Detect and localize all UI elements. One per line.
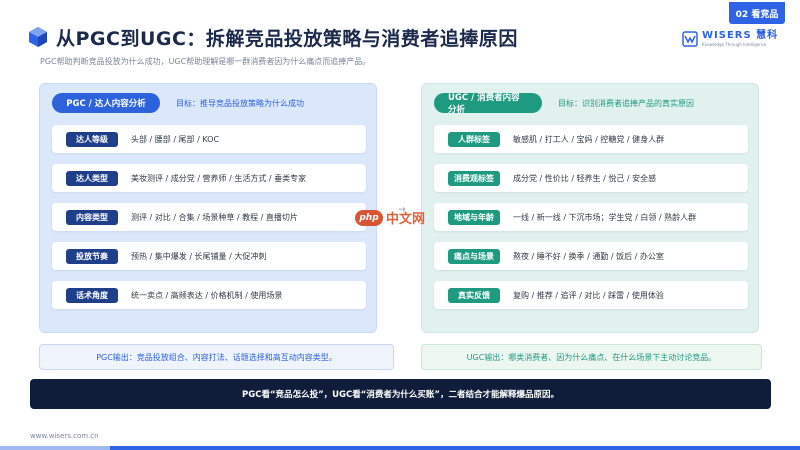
pgc-row-tag: 内容类型 bbox=[66, 209, 118, 225]
page-subtitle: PGC帮助判断竞品投放为什么成功，UGC帮助理解是哪一群消费者因为什么痛点而追捧… bbox=[40, 57, 371, 66]
wisers-logo: WISERS 慧科 Knowledge Through Intelligence bbox=[682, 28, 778, 50]
watermark-logo: php bbox=[355, 209, 383, 226]
wisers-mark-icon bbox=[682, 31, 698, 47]
pgc-row-text: 测评 / 对比 / 合集 / 场景种草 / 教程 / 直播切片 bbox=[131, 212, 298, 222]
ugc-output: UGC输出：哪类消费者、因为什么痛点、在什么场景下主动讨论竞品。 bbox=[421, 344, 762, 370]
footer-url: www.wisers.com.cn bbox=[30, 432, 99, 440]
logo-main-text: WISERS 慧科 bbox=[702, 30, 779, 41]
watermark: php 中文网 bbox=[355, 208, 425, 227]
pgc-row-tag: 达人类型 bbox=[66, 170, 118, 186]
pgc-goal: 目标：推导竞品投放策略为什么成功 bbox=[176, 98, 304, 108]
footer-bar bbox=[0, 446, 800, 450]
section-badge: 02 看竞品 bbox=[729, 2, 785, 24]
ugc-row-text: 成分党 / 性价比 / 轻养生 / 悦己 / 安全感 bbox=[513, 173, 657, 183]
ugc-row: 痛点与场景 熬夜 / 睡不好 / 换季 / 通勤 / 饭后 / 办公室 bbox=[434, 242, 748, 270]
pgc-row-tag: 达人等级 bbox=[66, 131, 118, 147]
pgc-row: 达人等级 头部 / 腰部 / 尾部 / KOC bbox=[52, 125, 366, 153]
ugc-row-text: 复购 / 推荐 / 追评 / 对比 / 踩雷 / 使用体验 bbox=[513, 290, 664, 300]
pgc-row: 达人类型 美妆测评 / 成分党 / 营养师 / 生活方式 / 垂类专家 bbox=[52, 164, 366, 192]
ugc-row-tag: 人群标签 bbox=[448, 131, 500, 147]
pgc-row: 话术角度 统一卖点 / 高频表达 / 价格机制 / 使用场景 bbox=[52, 281, 366, 309]
ugc-row-text: 熬夜 / 睡不好 / 换季 / 通勤 / 饭后 / 办公室 bbox=[513, 251, 664, 261]
pgc-row-tag: 投放节奏 bbox=[66, 248, 118, 264]
ugc-row-text: 敏感肌 / 打工人 / 宝妈 / 控糖党 / 健身人群 bbox=[513, 134, 665, 144]
ugc-row-tag: 地域与年龄 bbox=[448, 209, 500, 225]
page-title: 从PGC到UGC：拆解竞品投放策略与消费者追捧原因 bbox=[56, 27, 518, 50]
pgc-row: 投放节奏 预热 / 集中爆发 / 长尾铺量 / 大促冲刺 bbox=[52, 242, 366, 270]
watermark-text: 中文网 bbox=[386, 212, 426, 227]
ugc-row: 人群标签 敏感肌 / 打工人 / 宝妈 / 控糖党 / 健身人群 bbox=[434, 125, 748, 153]
pgc-row-text: 头部 / 腰部 / 尾部 / KOC bbox=[131, 134, 220, 144]
ugc-row-tag: 真实反馈 bbox=[448, 287, 500, 303]
ugc-row: 真实反馈 复购 / 推荐 / 追评 / 对比 / 踩雷 / 使用体验 bbox=[434, 281, 748, 309]
ugc-row-tag: 痛点与场景 bbox=[448, 248, 500, 264]
pgc-panel-title: PGC / 达人内容分析 bbox=[52, 93, 160, 113]
footer-bar-accent bbox=[0, 446, 110, 450]
ugc-panel: UGC / 消费者内容分析 目标：识别消费者追捧产品的真实原因 人群标签 敏感肌… bbox=[421, 83, 759, 333]
pgc-row: 内容类型 测评 / 对比 / 合集 / 场景种草 / 教程 / 直播切片 bbox=[52, 203, 366, 231]
ugc-goal: 目标：识别消费者追捧产品的真实原因 bbox=[558, 98, 694, 108]
logo-sub-text: Knowledge Through Intelligence bbox=[702, 42, 767, 47]
pgc-row-text: 美妆测评 / 成分党 / 营养师 / 生活方式 / 垂类专家 bbox=[131, 173, 307, 183]
pgc-row-text: 预热 / 集中爆发 / 长尾铺量 / 大促冲刺 bbox=[131, 251, 267, 261]
title-row: 从PGC到UGC：拆解竞品投放策略与消费者追捧原因 bbox=[28, 22, 518, 52]
ugc-row: 消费观标签 成分党 / 性价比 / 轻养生 / 悦己 / 安全感 bbox=[434, 164, 748, 192]
ugc-panel-title: UGC / 消费者内容分析 bbox=[434, 93, 542, 115]
pgc-row-text: 统一卖点 / 高频表达 / 价格机制 / 使用场景 bbox=[131, 290, 283, 300]
ugc-row: 地域与年龄 一线 / 新一线 / 下沉市场；学生党 / 白领 / 熟龄人群 bbox=[434, 203, 748, 231]
pgc-panel: PGC / 达人内容分析 目标：推导竞品投放策略为什么成功 达人等级 头部 / … bbox=[39, 83, 377, 333]
ugc-row-tag: 消费观标签 bbox=[448, 170, 500, 186]
pgc-output: PGC输出：竞品投放组合、内容打法、话题选择和高互动内容类型。 bbox=[39, 344, 394, 370]
hexagon-logo-icon bbox=[29, 27, 47, 47]
pgc-row-tag: 话术角度 bbox=[66, 287, 118, 303]
summary-banner: PGC看“竞品怎么投”，UGC看“消费者为什么买账”，二者结合才能解释爆品原因。 bbox=[30, 379, 771, 409]
ugc-row-text: 一线 / 新一线 / 下沉市场；学生党 / 白领 / 熟龄人群 bbox=[513, 212, 697, 222]
